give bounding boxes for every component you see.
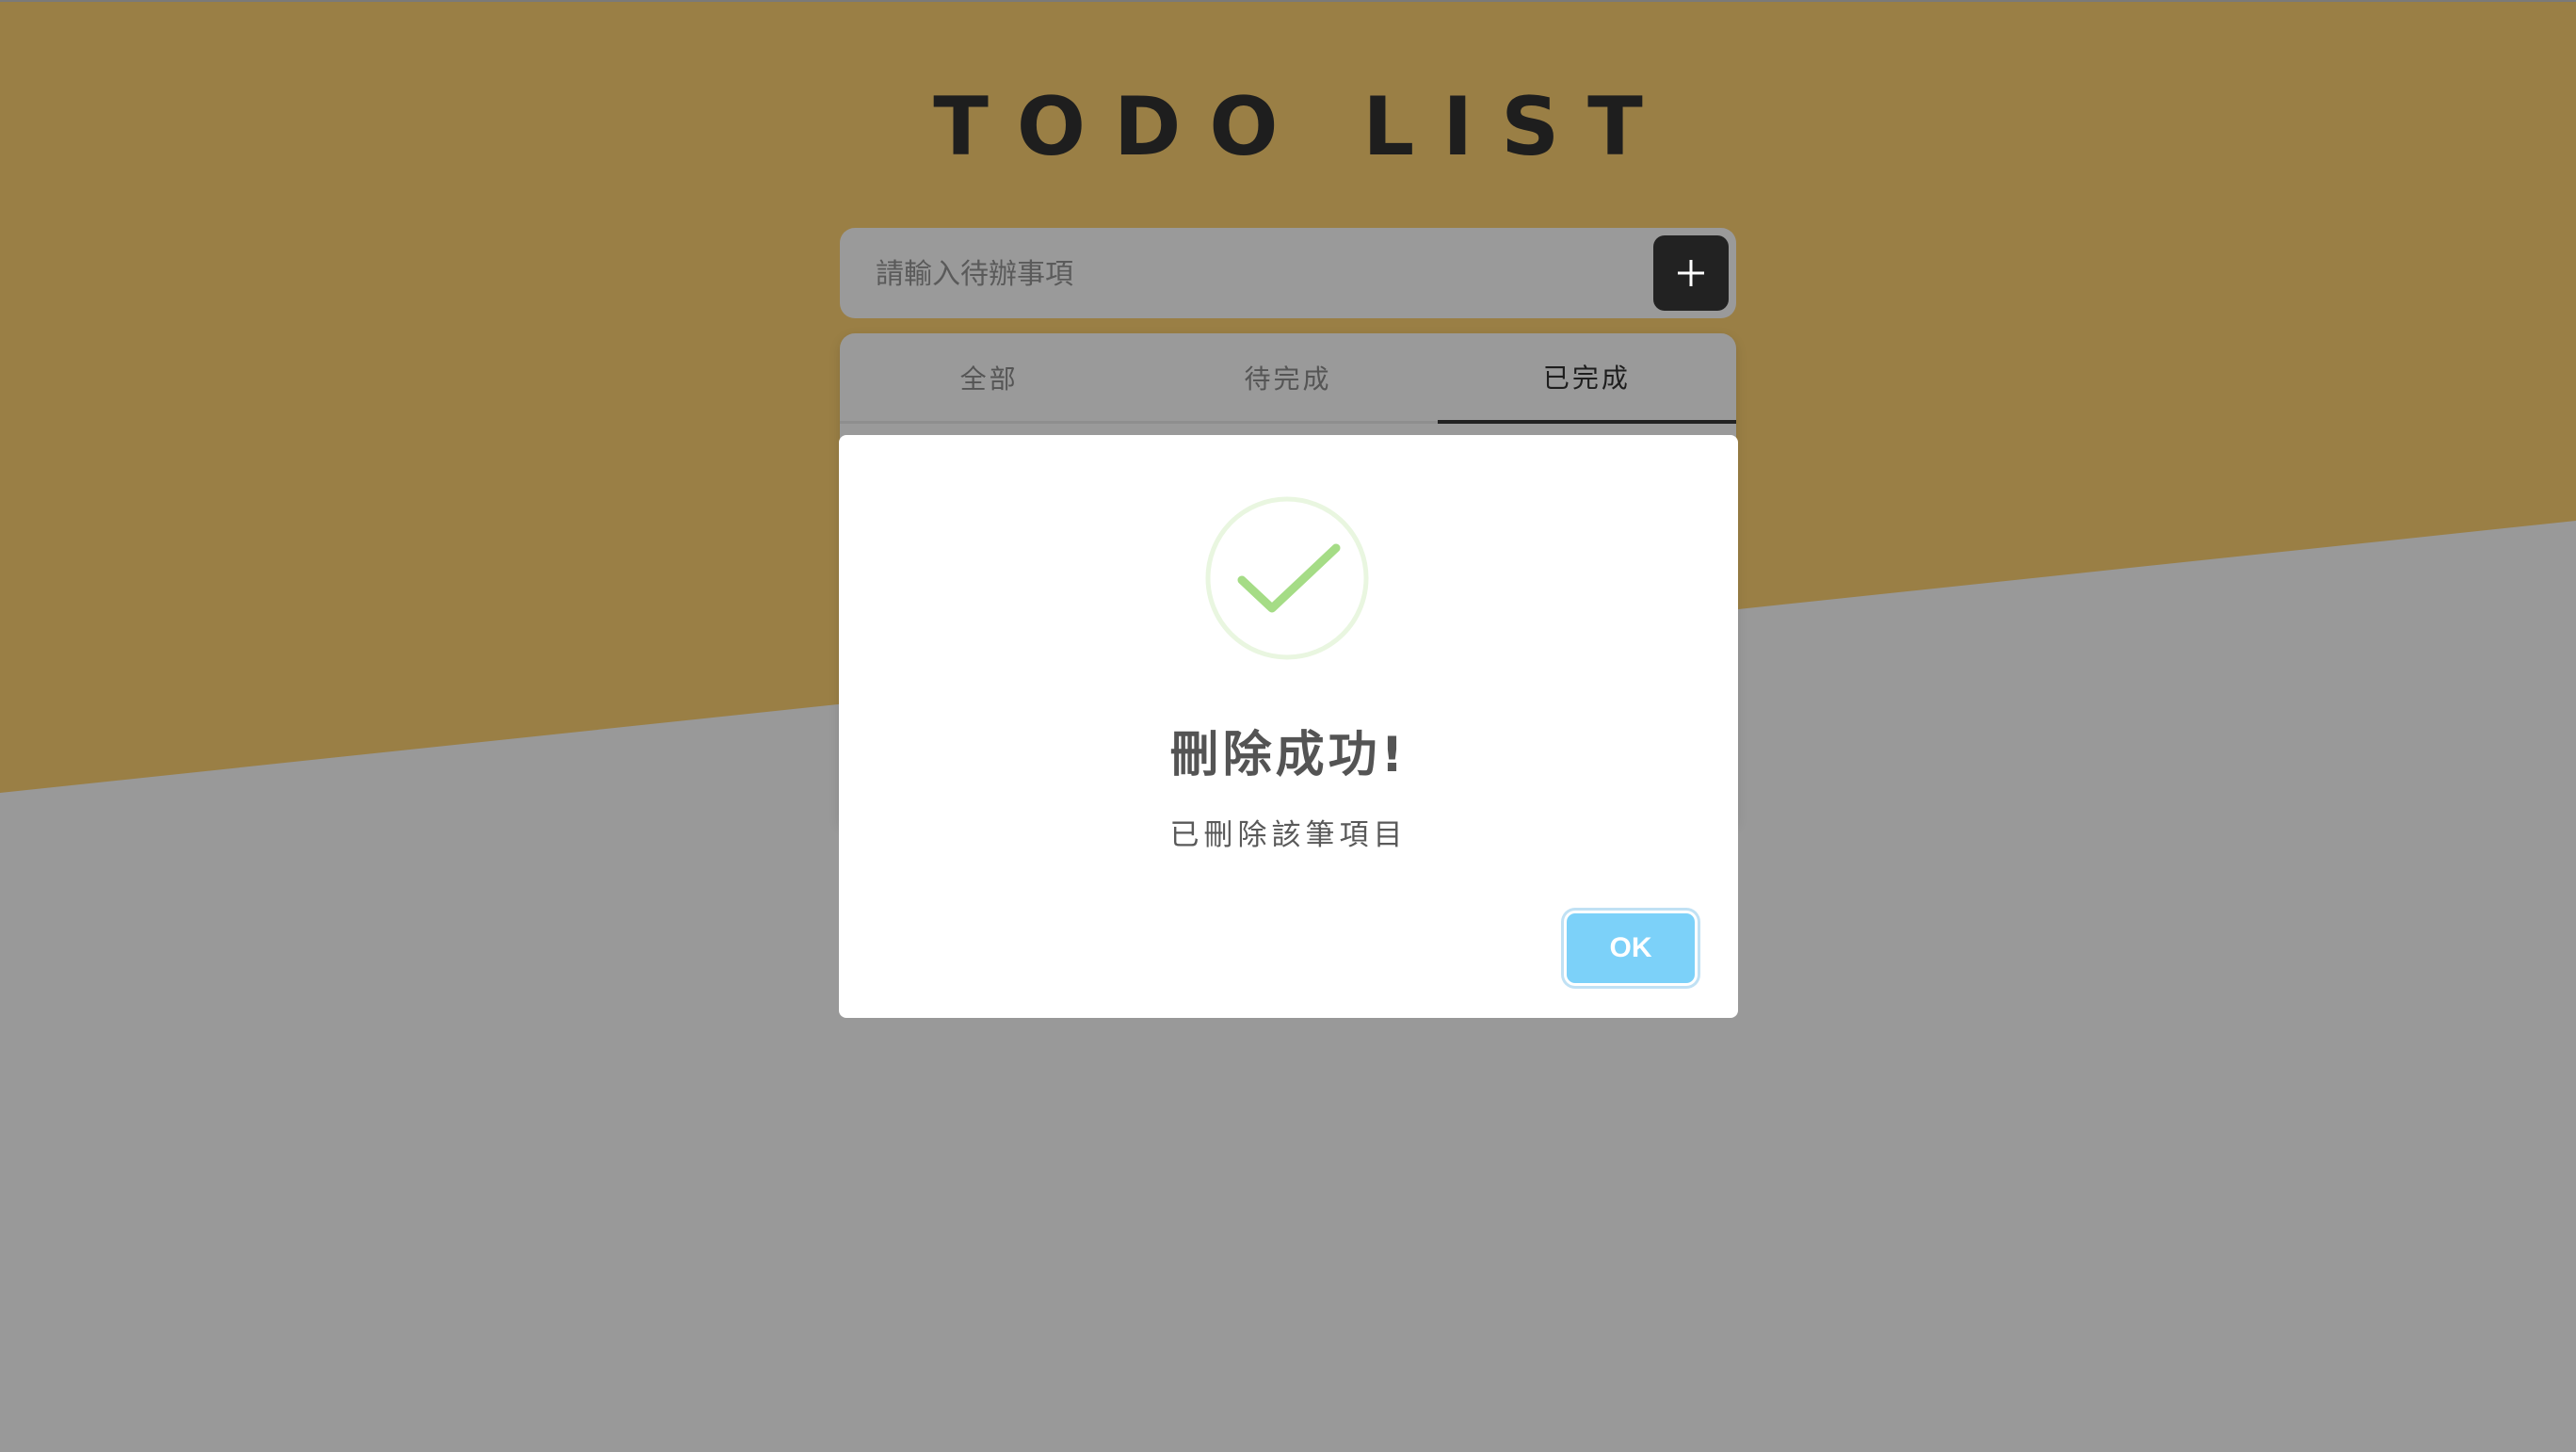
page: TODO LIST 全部 待完成 已完成 刪除成功! 已刪除該筆項目 OK xyxy=(0,0,2576,1452)
todo-input-box xyxy=(840,228,1736,320)
dialog-message: 已刪除該筆項目 xyxy=(1169,818,1408,852)
success-dialog: 刪除成功! 已刪除該筆項目 OK xyxy=(839,435,1738,1018)
top-border xyxy=(0,0,2576,2)
todo-input[interactable] xyxy=(874,228,1631,320)
add-todo-button[interactable] xyxy=(1653,235,1729,311)
filter-tabs: 全部 待完成 已完成 xyxy=(840,333,1736,424)
page-title: TODO LIST xyxy=(933,80,1671,174)
ok-button[interactable]: OK xyxy=(1567,913,1695,983)
dialog-title: 刪除成功! xyxy=(1169,727,1408,783)
tab-all[interactable]: 全部 xyxy=(840,333,1139,424)
plus-icon xyxy=(1678,260,1704,286)
tab-pending[interactable]: 待完成 xyxy=(1138,333,1438,424)
tab-completed[interactable]: 已完成 xyxy=(1437,333,1736,424)
success-check-icon xyxy=(1205,496,1369,660)
